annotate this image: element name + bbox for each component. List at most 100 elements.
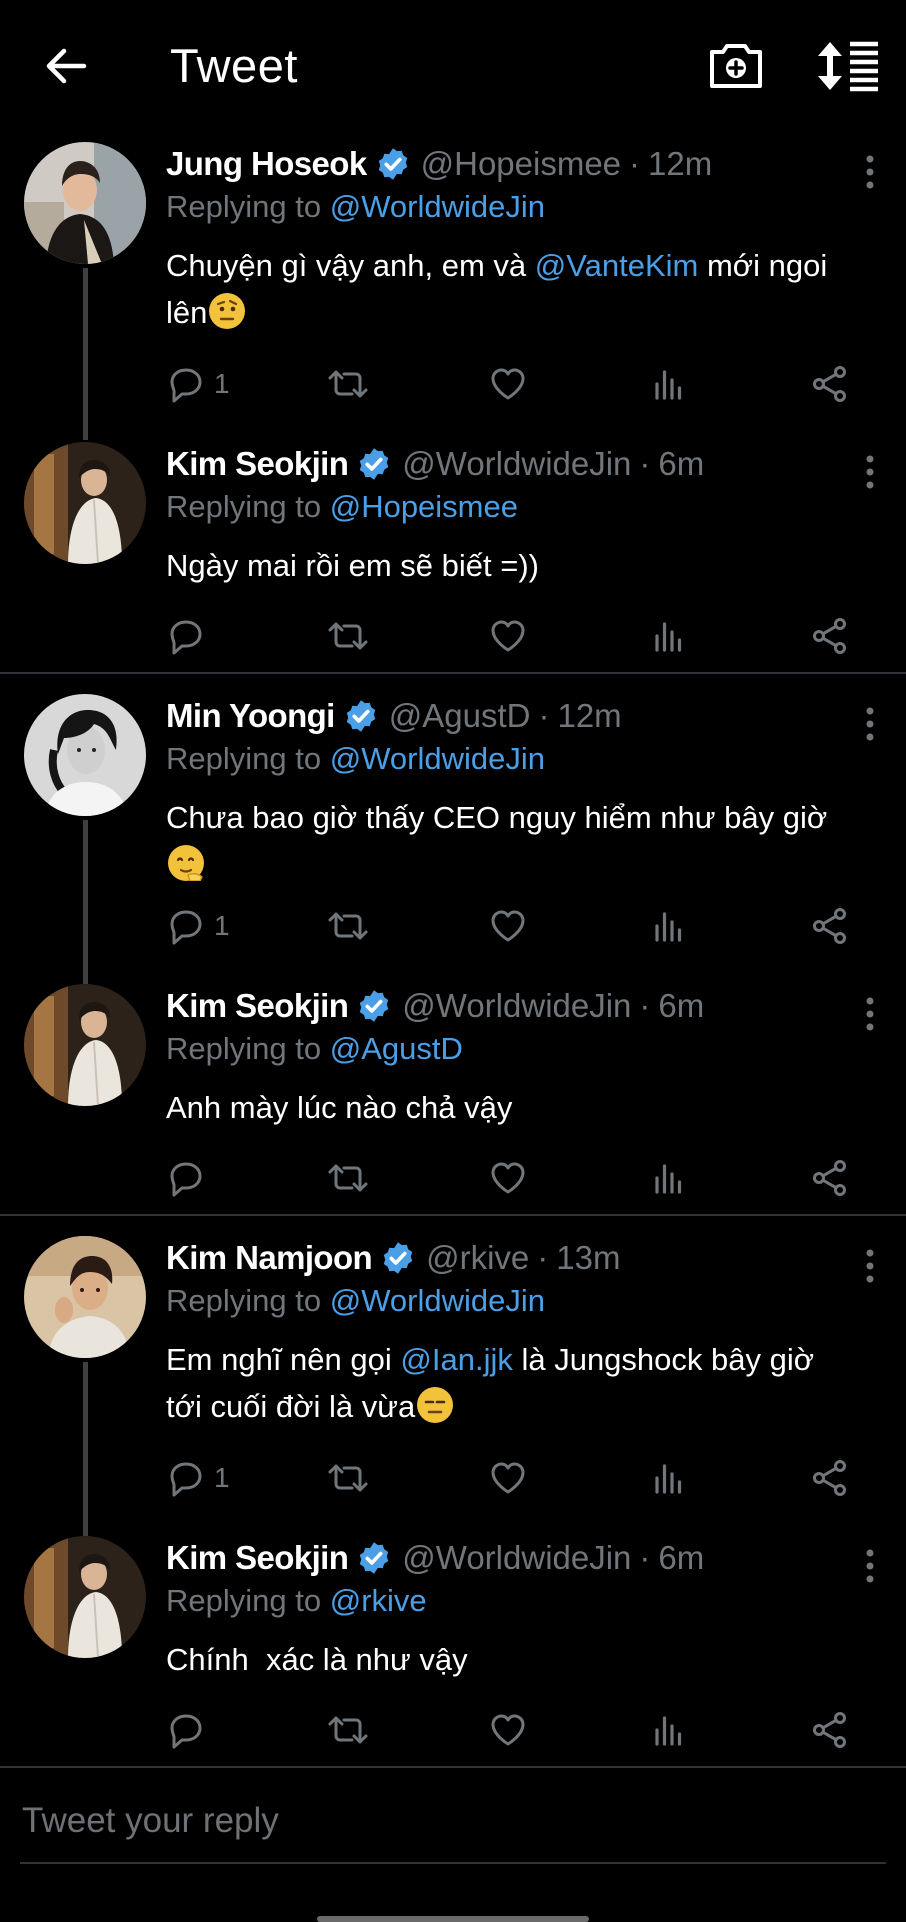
share-button[interactable] bbox=[810, 904, 850, 948]
share-icon bbox=[810, 616, 850, 656]
analytics-button[interactable] bbox=[648, 1156, 688, 1200]
display-name[interactable]: Kim Seokjin bbox=[166, 1539, 349, 1577]
thread-line bbox=[83, 268, 88, 440]
replying-to-mention[interactable]: @rkive bbox=[330, 1583, 427, 1618]
avatar[interactable] bbox=[24, 142, 146, 264]
username[interactable]: @WorldwideJin bbox=[402, 1539, 631, 1577]
reply-button[interactable] bbox=[166, 1708, 206, 1752]
analytics-button[interactable] bbox=[648, 1708, 688, 1752]
analytics-button[interactable] bbox=[648, 614, 688, 658]
camera-button[interactable] bbox=[706, 38, 766, 94]
replying-to-mention[interactable]: @WorldwideJin bbox=[330, 189, 545, 224]
more-vertical-icon[interactable] bbox=[860, 994, 880, 1034]
verified-badge-icon bbox=[356, 1540, 392, 1576]
tweet-text: Chính xác là như vậy bbox=[166, 1642, 468, 1677]
username[interactable]: @Hopeismee bbox=[421, 145, 621, 183]
retweet-button[interactable] bbox=[326, 1456, 370, 1500]
back-button[interactable] bbox=[40, 40, 92, 92]
like-icon bbox=[488, 1710, 528, 1750]
share-button[interactable] bbox=[810, 362, 850, 406]
more-vertical-icon[interactable] bbox=[860, 704, 880, 744]
like-button[interactable] bbox=[488, 904, 528, 948]
avatar[interactable] bbox=[24, 1536, 146, 1658]
retweet-icon bbox=[326, 1158, 370, 1198]
tweet-header: Min Yoongi @AgustD · 12m bbox=[166, 694, 866, 738]
like-icon bbox=[488, 616, 528, 656]
home-indicator[interactable] bbox=[317, 1916, 589, 1922]
thread-line bbox=[83, 1362, 88, 1536]
like-button[interactable] bbox=[488, 1456, 528, 1500]
reply-icon bbox=[166, 906, 206, 946]
share-icon bbox=[810, 906, 850, 946]
more-vertical-icon[interactable] bbox=[860, 452, 880, 492]
analytics-icon bbox=[648, 906, 688, 946]
share-icon bbox=[810, 364, 850, 404]
sort-button[interactable] bbox=[816, 38, 880, 94]
tweet-text: Chuyện gì vậy anh, em và @VanteKim mới n… bbox=[166, 242, 866, 336]
username[interactable]: @WorldwideJin bbox=[402, 987, 631, 1025]
replying-to-mention[interactable]: @Hopeismee bbox=[330, 489, 518, 524]
like-button[interactable] bbox=[488, 1156, 528, 1200]
username[interactable]: @rkive bbox=[426, 1239, 529, 1277]
display-name[interactable]: Kim Seokjin bbox=[166, 445, 349, 483]
analytics-icon bbox=[648, 1158, 688, 1198]
retweet-button[interactable] bbox=[326, 362, 370, 406]
reply-icon bbox=[166, 1158, 206, 1198]
retweet-button[interactable] bbox=[326, 904, 370, 948]
replying-to-mention[interactable]: @AgustD bbox=[330, 1031, 463, 1066]
more-vertical-icon[interactable] bbox=[860, 152, 880, 192]
reply-button[interactable]: 1 bbox=[166, 362, 230, 406]
share-button[interactable] bbox=[810, 1456, 850, 1500]
action-bar bbox=[166, 1708, 866, 1752]
replying-to: Replying to @WorldwideJin bbox=[166, 186, 866, 228]
replying-to-mention[interactable]: @WorldwideJin bbox=[330, 741, 545, 776]
tweet-header: Jung Hoseok @Hopeismee · 12m bbox=[166, 142, 866, 186]
action-bar: 1 bbox=[166, 904, 866, 948]
analytics-button[interactable] bbox=[648, 362, 688, 406]
display-name[interactable]: Kim Namjoon bbox=[166, 1239, 373, 1277]
expressionless-face-icon bbox=[417, 1387, 454, 1423]
avatar[interactable] bbox=[24, 694, 146, 816]
share-icon bbox=[810, 1458, 850, 1498]
avatar[interactable] bbox=[24, 984, 146, 1106]
username[interactable]: @AgustD bbox=[389, 697, 531, 735]
separator-dot: · bbox=[639, 987, 651, 1024]
like-button[interactable] bbox=[488, 362, 528, 406]
reply-input[interactable] bbox=[20, 1792, 884, 1850]
reply-button[interactable]: 1 bbox=[166, 1456, 230, 1500]
separator-dot: · bbox=[538, 697, 550, 734]
display-name[interactable]: Min Yoongi bbox=[166, 697, 335, 735]
reply-button[interactable] bbox=[166, 1156, 206, 1200]
timestamp: 6m bbox=[658, 987, 705, 1024]
mention-link[interactable]: @VanteKim bbox=[535, 248, 699, 283]
share-button[interactable] bbox=[810, 1156, 850, 1200]
more-vertical-icon[interactable] bbox=[860, 1246, 880, 1286]
more-vertical-icon[interactable] bbox=[860, 1546, 880, 1586]
share-button[interactable] bbox=[810, 614, 850, 658]
replying-to-mention[interactable]: @WorldwideJin bbox=[330, 1283, 545, 1318]
share-button[interactable] bbox=[810, 1708, 850, 1752]
retweet-button[interactable] bbox=[326, 1708, 370, 1752]
retweet-button[interactable] bbox=[326, 614, 370, 658]
reply-icon bbox=[166, 364, 206, 404]
display-name[interactable]: Kim Seokjin bbox=[166, 987, 349, 1025]
analytics-button[interactable] bbox=[648, 1456, 688, 1500]
reply-icon bbox=[166, 616, 206, 656]
reply-count: 1 bbox=[214, 1462, 230, 1493]
tweet-text-part: Chuyện gì vậy anh, em và bbox=[166, 248, 535, 283]
username[interactable]: @WorldwideJin bbox=[402, 445, 631, 483]
analytics-icon bbox=[648, 364, 688, 404]
mention-link[interactable]: @Ian.jjk bbox=[400, 1342, 512, 1377]
avatar[interactable] bbox=[24, 1236, 146, 1358]
tweet-text: Anh mày lúc nào chả vậy bbox=[166, 1090, 513, 1125]
analytics-button[interactable] bbox=[648, 904, 688, 948]
like-button[interactable] bbox=[488, 1708, 528, 1752]
reply-button[interactable]: 1 bbox=[166, 904, 230, 948]
reply-button[interactable] bbox=[166, 614, 206, 658]
retweet-icon bbox=[326, 906, 370, 946]
like-button[interactable] bbox=[488, 614, 528, 658]
camera-plus-icon bbox=[710, 44, 762, 88]
retweet-button[interactable] bbox=[326, 1156, 370, 1200]
display-name[interactable]: Jung Hoseok bbox=[166, 145, 367, 183]
avatar[interactable] bbox=[24, 442, 146, 564]
